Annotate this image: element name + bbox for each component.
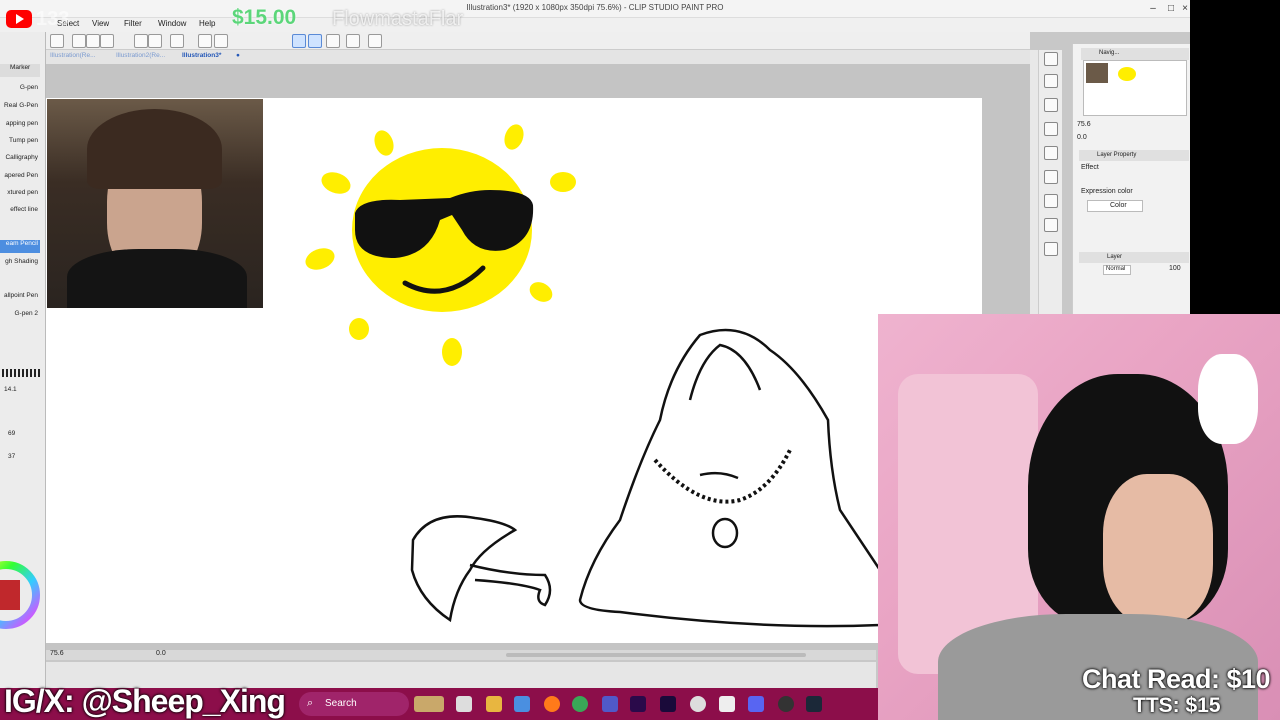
- chat-read-price: Chat Read: $10: [1082, 664, 1271, 694]
- weather-widget-icon[interactable]: [414, 696, 444, 712]
- premiere-icon[interactable]: [630, 696, 646, 712]
- obs-icon[interactable]: [690, 696, 706, 712]
- sun-drawing: [305, 124, 576, 366]
- task-view-icon[interactable]: [456, 696, 472, 712]
- taskbar-search[interactable]: ⌕ Search: [299, 692, 409, 716]
- teams-icon[interactable]: [602, 696, 618, 712]
- donation-amount: $15.00: [232, 6, 297, 29]
- hair-shape: [87, 109, 222, 189]
- search-placeholder: Search: [325, 698, 357, 709]
- steam-icon[interactable]: [806, 696, 822, 712]
- character-sketch: [578, 328, 882, 628]
- clip-studio-icon[interactable]: [719, 696, 735, 712]
- file-explorer-icon[interactable]: [486, 696, 502, 712]
- search-icon: ⌕: [307, 697, 314, 709]
- youtube-icon: [6, 10, 32, 28]
- store-icon[interactable]: [514, 696, 530, 712]
- viewer-count: 133: [36, 8, 70, 30]
- discord-icon[interactable]: [748, 696, 764, 712]
- shirt-shape: [67, 249, 247, 308]
- donor-name: FlowmastaFlar: [332, 8, 464, 30]
- face-shape: [1103, 474, 1213, 624]
- tts-price: TTS: $15: [1133, 694, 1221, 717]
- plush-toy: [1198, 354, 1258, 444]
- streamer-webcam: Chat Read: $10 TTS: $15: [878, 314, 1280, 720]
- firefox-icon[interactable]: [544, 696, 560, 712]
- app-icon-2[interactable]: [778, 696, 794, 712]
- umbrella-sketch: [410, 515, 552, 623]
- artist-webcam: [47, 99, 263, 308]
- chrome-icon[interactable]: [572, 696, 588, 712]
- after-effects-icon[interactable]: [660, 696, 676, 712]
- socials-handle: IG/X: @Sheep_Xing: [4, 683, 286, 719]
